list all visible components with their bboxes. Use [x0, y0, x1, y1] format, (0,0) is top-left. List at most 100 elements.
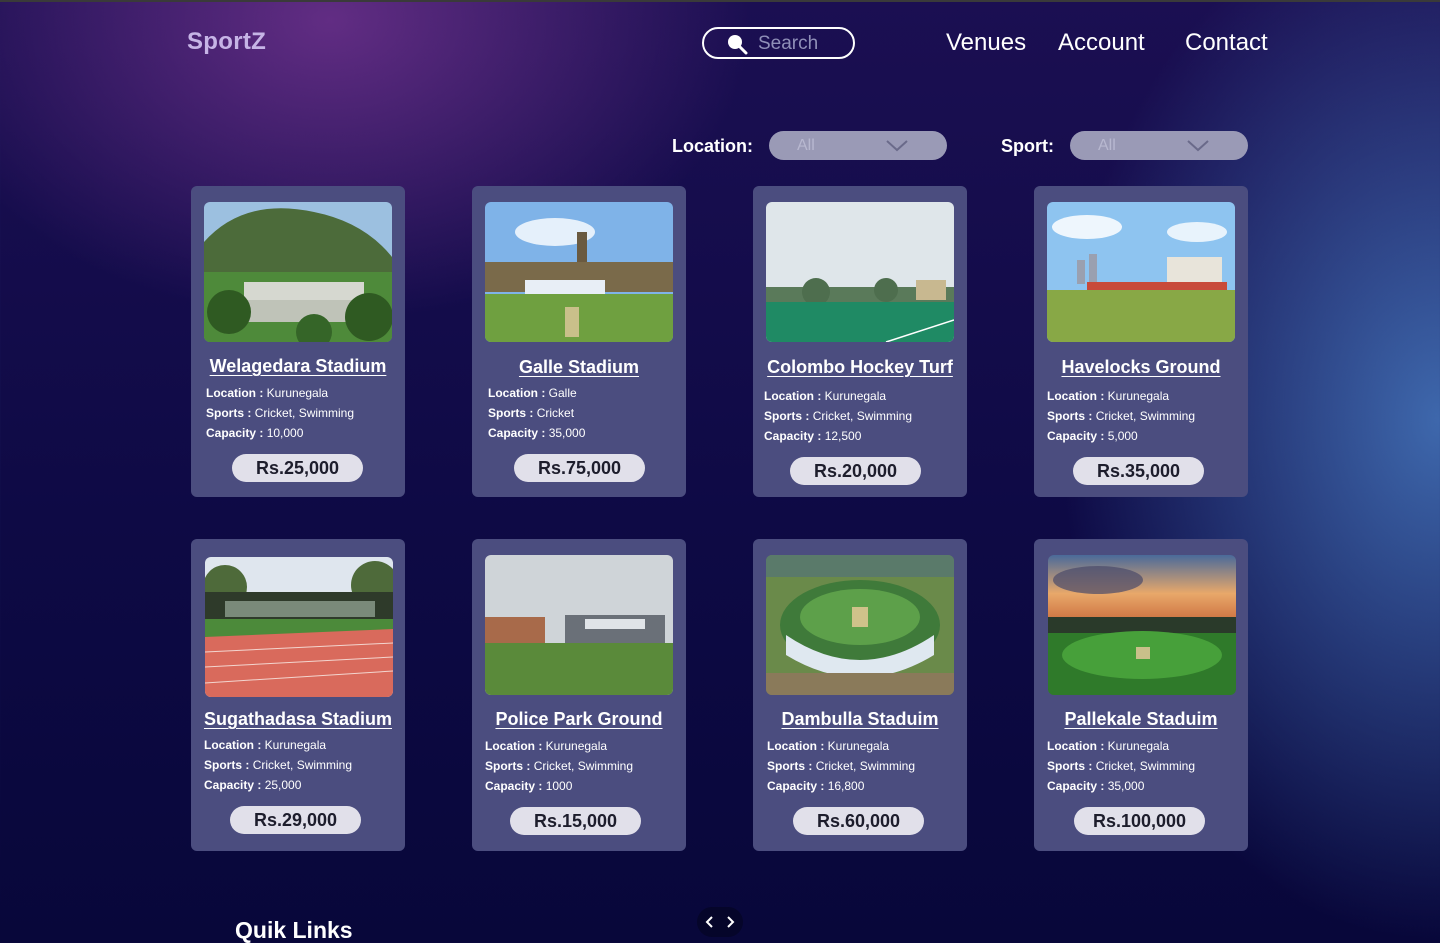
- capacity-label: Capacity :: [767, 779, 825, 793]
- capacity-label: Capacity :: [206, 426, 264, 440]
- venue-sports: Cricket, Swimming: [533, 759, 634, 773]
- venue-photo: [766, 555, 954, 695]
- venue-details: Location : Kurunegala Sports : Cricket, …: [206, 383, 354, 443]
- sports-label: Sports :: [1047, 759, 1093, 773]
- venue-name[interactable]: Colombo Hockey Turf: [753, 357, 967, 378]
- venue-card[interactable]: Police Park Ground Location : Kurunegala…: [472, 539, 686, 851]
- price-button[interactable]: Rs.75,000: [514, 454, 645, 482]
- venue-card[interactable]: Welagedara Stadium Location : Kurunegala…: [191, 186, 405, 497]
- venue-card[interactable]: Sugathadasa Stadium Location : Kurunegal…: [191, 539, 405, 851]
- capacity-label: Capacity :: [204, 778, 262, 792]
- sports-label: Sports :: [206, 406, 252, 420]
- sports-label: Sports :: [485, 759, 531, 773]
- nav-contact[interactable]: Contact: [1185, 29, 1268, 57]
- venue-photo: [1047, 202, 1235, 342]
- venue-location: Galle: [548, 386, 577, 400]
- venue-location: Kurunegala: [545, 739, 608, 753]
- venue-card[interactable]: Pallekale Staduim Location : Kurunegala …: [1034, 539, 1248, 851]
- price-button[interactable]: Rs.29,000: [230, 806, 361, 834]
- capacity-label: Capacity :: [485, 779, 543, 793]
- venue-sports: Cricket: [536, 406, 575, 420]
- venue-photo: [485, 555, 673, 695]
- venue-location: Kurunegala: [264, 738, 327, 752]
- venue-name[interactable]: Welagedara Stadium: [191, 356, 405, 377]
- capacity-label: Capacity :: [1047, 779, 1105, 793]
- venue-capacity: 35,000: [548, 426, 586, 440]
- venue-location: Kurunegala: [266, 386, 329, 400]
- price-button[interactable]: Rs.35,000: [1073, 457, 1204, 485]
- venue-location: Kurunegala: [824, 389, 887, 403]
- venue-photo: [766, 202, 954, 342]
- location-select-value: All: [797, 137, 815, 154]
- location-label: Location :: [206, 386, 264, 400]
- pagination: [697, 907, 743, 937]
- chevron-down-icon: [1187, 140, 1209, 152]
- venue-details: Location : Kurunegala Sports : Cricket, …: [767, 736, 915, 796]
- location-select[interactable]: All: [769, 131, 947, 160]
- top-border: [0, 0, 1440, 2]
- quick-links-title: Quik Links: [235, 917, 353, 943]
- venue-sports: Cricket, Swimming: [815, 759, 916, 773]
- venue-name[interactable]: Havelocks Ground: [1034, 357, 1248, 378]
- venue-details: Location : Kurunegala Sports : Cricket, …: [764, 386, 912, 446]
- venue-capacity: 10,000: [266, 426, 304, 440]
- location-label: Location :: [1047, 389, 1105, 403]
- brand-logo[interactable]: SportZ: [187, 28, 266, 56]
- venue-name[interactable]: Police Park Ground: [472, 709, 686, 730]
- venue-capacity: 1000: [545, 779, 573, 793]
- location-label: Location :: [764, 389, 822, 403]
- venue-details: Location : Kurunegala Sports : Cricket, …: [485, 736, 633, 796]
- venue-name[interactable]: Galle Stadium: [472, 357, 686, 378]
- venue-details: Location : Galle Sports : Cricket Capaci…: [488, 383, 585, 443]
- venue-card[interactable]: Galle Stadium Location : Galle Sports : …: [472, 186, 686, 497]
- location-label: Location :: [204, 738, 262, 752]
- nav-venues[interactable]: Venues: [946, 29, 1026, 57]
- sport-select[interactable]: All: [1070, 131, 1248, 160]
- location-label: Location :: [485, 739, 543, 753]
- price-button[interactable]: Rs.100,000: [1074, 807, 1205, 835]
- location-label: Location :: [1047, 739, 1105, 753]
- venue-name[interactable]: Dambulla Staduim: [753, 709, 967, 730]
- venue-capacity: 16,800: [827, 779, 865, 793]
- venue-location: Kurunegala: [827, 739, 890, 753]
- price-button[interactable]: Rs.60,000: [793, 807, 924, 835]
- venue-sports: Cricket, Swimming: [1095, 409, 1196, 423]
- venue-name[interactable]: Pallekale Staduim: [1034, 709, 1248, 730]
- location-filter-label: Location:: [672, 136, 753, 156]
- chevron-down-icon: [886, 140, 908, 152]
- price-button[interactable]: Rs.25,000: [232, 454, 363, 482]
- capacity-label: Capacity :: [764, 429, 822, 443]
- venue-card[interactable]: Colombo Hockey Turf Location : Kurunegal…: [753, 186, 967, 497]
- venue-capacity: 35,000: [1107, 779, 1145, 793]
- venue-capacity: 5,000: [1107, 429, 1138, 443]
- venue-sports: Cricket, Swimming: [254, 406, 355, 420]
- location-label: Location :: [767, 739, 825, 753]
- venue-name[interactable]: Sugathadasa Stadium: [191, 709, 405, 730]
- sports-label: Sports :: [767, 759, 813, 773]
- capacity-label: Capacity :: [488, 426, 546, 440]
- chevron-left-icon[interactable]: [703, 914, 717, 930]
- search-input[interactable]: Search: [758, 33, 818, 55]
- nav-account[interactable]: Account: [1058, 29, 1145, 57]
- venue-card[interactable]: Havelocks Ground Location : Kurunegala S…: [1034, 186, 1248, 497]
- sports-label: Sports :: [488, 406, 534, 420]
- venue-capacity: 12,500: [824, 429, 862, 443]
- search-icon: [728, 35, 748, 55]
- venue-photo: [205, 557, 393, 697]
- price-button[interactable]: Rs.15,000: [510, 807, 641, 835]
- venue-location: Kurunegala: [1107, 739, 1170, 753]
- venue-photo: [485, 202, 673, 342]
- venue-sports: Cricket, Swimming: [1095, 759, 1196, 773]
- search-box[interactable]: Search: [702, 27, 855, 59]
- price-button[interactable]: Rs.20,000: [790, 457, 921, 485]
- venue-card[interactable]: Dambulla Staduim Location : Kurunegala S…: [753, 539, 967, 851]
- sport-filter-label: Sport:: [1001, 136, 1054, 156]
- venue-capacity: 25,000: [264, 778, 302, 792]
- sport-select-value: All: [1098, 137, 1116, 154]
- venue-details: Location : Kurunegala Sports : Cricket, …: [204, 735, 352, 795]
- sports-label: Sports :: [1047, 409, 1093, 423]
- chevron-right-icon[interactable]: [723, 914, 737, 930]
- venue-photo: [204, 202, 392, 342]
- venue-sports: Cricket, Swimming: [812, 409, 913, 423]
- location-label: Location :: [488, 386, 546, 400]
